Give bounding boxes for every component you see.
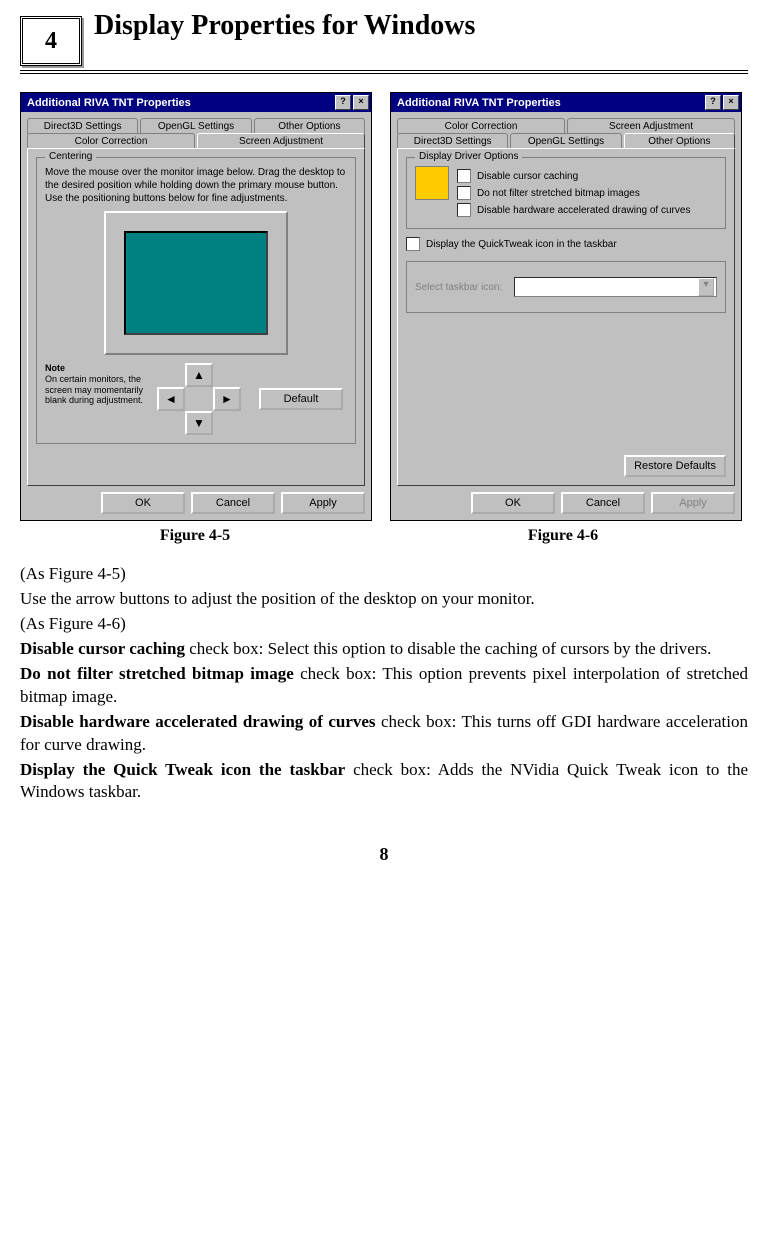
dialog-other-options: Additional RIVA TNT Properties ? × Color… <box>390 92 742 521</box>
cancel-button[interactable]: Cancel <box>191 492 275 514</box>
apply-button[interactable]: Apply <box>281 492 365 514</box>
body-p1: (As Figure 4-5) <box>20 563 748 586</box>
figure-4-5-caption: Figure 4-5 <box>20 527 370 545</box>
help-icon[interactable]: ? <box>335 95 351 110</box>
close-icon[interactable]: × <box>723 95 739 110</box>
ok-button[interactable]: OK <box>101 492 185 514</box>
groupbox-driver-options-label: Display Driver Options <box>415 151 522 162</box>
body-p4-rest: check box: Select this option to disable… <box>185 639 711 658</box>
ok-button[interactable]: OK <box>471 492 555 514</box>
tab-color-correction[interactable]: Color Correction <box>397 118 565 134</box>
tab-opengl[interactable]: OpenGL Settings <box>140 118 251 134</box>
taskbar-icon-dropdown[interactable] <box>514 277 717 297</box>
arrow-down-button[interactable]: ▼ <box>185 411 213 435</box>
figure-4-6-caption: Figure 4-6 <box>388 527 738 545</box>
tab-screen-adjustment[interactable]: Screen Adjustment <box>197 133 365 149</box>
body-p5-bold: Do not filter stretched bitmap image <box>20 664 294 683</box>
page-title: Display Properties for Windows <box>94 10 748 42</box>
body-p7-bold: Display the Quick Tweak icon the taskbar <box>20 760 345 779</box>
titlebar-right: Additional RIVA TNT Properties ? × <box>391 93 741 112</box>
checkbox-quicktweak-taskbar[interactable] <box>406 237 420 251</box>
tab-other[interactable]: Other Options <box>254 118 365 134</box>
groupbox-centering-label: Centering <box>45 151 96 162</box>
monitor-preview[interactable] <box>104 211 288 355</box>
checkbox-label: Do not filter stretched bitmap images <box>477 188 640 199</box>
tab-other-options[interactable]: Other Options <box>624 133 735 149</box>
close-icon[interactable]: × <box>353 95 369 110</box>
note-text: On certain monitors, the screen may mome… <box>45 374 143 406</box>
help-icon[interactable]: ? <box>705 95 721 110</box>
tab-direct3d[interactable]: Direct3D Settings <box>397 133 508 149</box>
body-p2: Use the arrow buttons to adjust the posi… <box>20 588 748 611</box>
arrow-right-button[interactable]: ► <box>213 387 241 411</box>
arrow-up-button[interactable]: ▲ <box>185 363 213 387</box>
select-taskbar-icon-label: Select taskbar icon: <box>415 282 502 293</box>
note-label: Note <box>45 363 65 373</box>
apply-button: Apply <box>651 492 735 514</box>
body-text: (As Figure 4-5) Use the arrow buttons to… <box>20 563 748 804</box>
checkbox-disable-hw-curves[interactable] <box>457 203 471 217</box>
tab-color-correction[interactable]: Color Correction <box>27 133 195 149</box>
titlebar-left: Additional RIVA TNT Properties ? × <box>21 93 371 112</box>
driver-options-icon <box>415 166 449 200</box>
titlebar-text: Additional RIVA TNT Properties <box>397 97 703 109</box>
default-button[interactable]: Default <box>259 388 343 410</box>
checkbox-label: Disable cursor caching <box>477 171 578 182</box>
dialog-screen-adjustment: Additional RIVA TNT Properties ? × Direc… <box>20 92 372 521</box>
tab-opengl[interactable]: OpenGL Settings <box>510 133 621 149</box>
titlebar-text: Additional RIVA TNT Properties <box>27 97 333 109</box>
tab-direct3d[interactable]: Direct3D Settings <box>27 118 138 134</box>
monitor-screen[interactable] <box>124 231 268 335</box>
body-p4-bold: Disable cursor caching <box>20 639 185 658</box>
tab-screen-adjustment[interactable]: Screen Adjustment <box>567 118 735 134</box>
page-number: 8 <box>20 844 748 865</box>
header-rule <box>20 70 748 74</box>
checkbox-no-filter-bitmap[interactable] <box>457 186 471 200</box>
checkbox-label: Disable hardware accelerated drawing of … <box>477 205 690 216</box>
body-p3: (As Figure 4-6) <box>20 613 748 636</box>
cancel-button[interactable]: Cancel <box>561 492 645 514</box>
restore-defaults-button[interactable]: Restore Defaults <box>624 455 726 477</box>
arrow-left-button[interactable]: ◄ <box>157 387 185 411</box>
centering-instructions: Move the mouse over the monitor image be… <box>45 166 347 205</box>
checkbox-label: Display the QuickTweak icon in the taskb… <box>426 239 617 250</box>
chapter-number-box: 4 <box>20 16 82 66</box>
checkbox-disable-cursor-caching[interactable] <box>457 169 471 183</box>
body-p6-bold: Disable hardware accelerated drawing of … <box>20 712 376 731</box>
